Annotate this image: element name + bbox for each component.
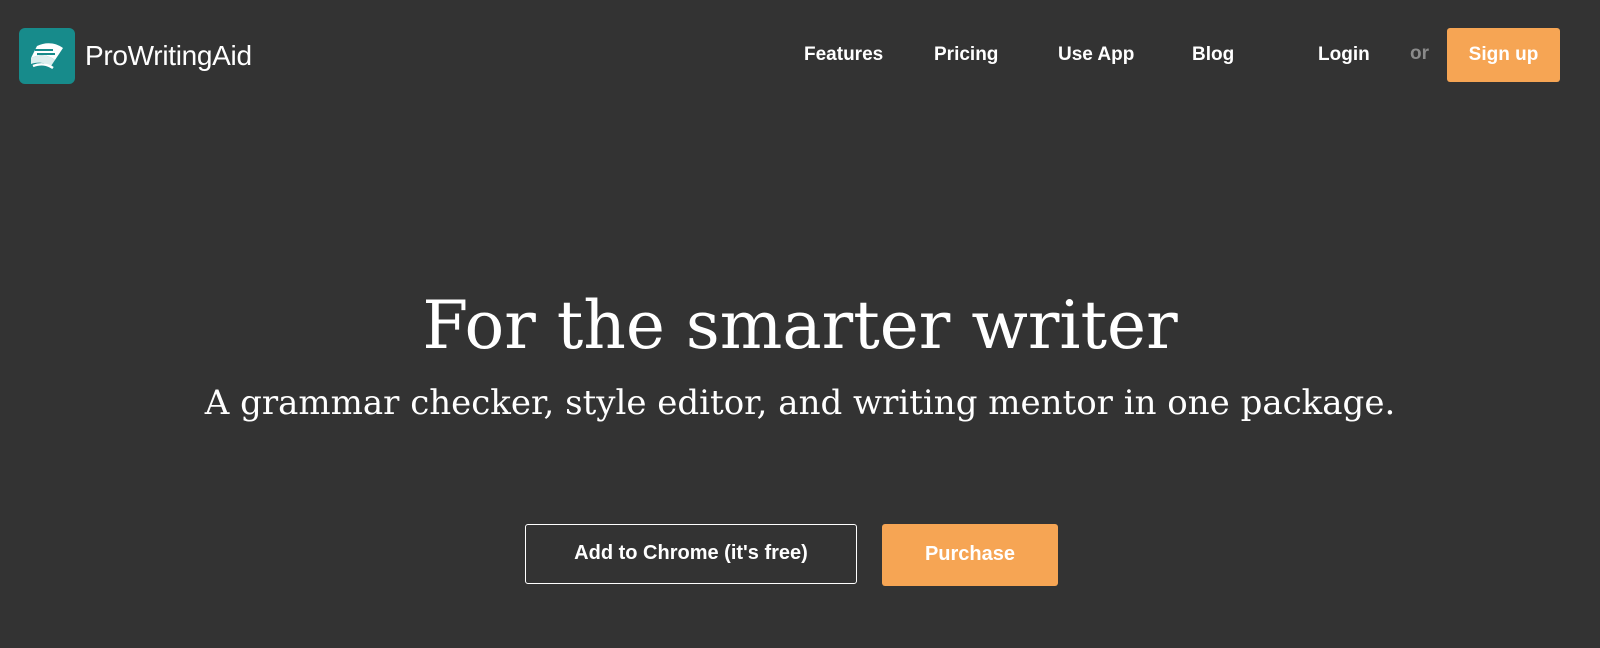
sign-up-button[interactable]: Sign up <box>1447 28 1560 82</box>
login-link[interactable]: Login <box>1318 28 1370 82</box>
nav-blog-link[interactable]: Blog <box>1192 28 1234 82</box>
add-to-chrome-button[interactable]: Add to Chrome (it's free) <box>525 524 857 584</box>
nav-features-link[interactable]: Features <box>804 28 883 82</box>
hero-subtitle: A grammar checker, style editor, and wri… <box>204 383 1396 423</box>
nav-use-app-link[interactable]: Use App <box>1058 28 1134 82</box>
or-separator: or <box>1410 43 1429 64</box>
landing-page: ProWritingAid Features Pricing Use App B… <box>0 0 1600 648</box>
purchase-button[interactable]: Purchase <box>882 524 1058 586</box>
main-nav: Features Pricing Use App Blog Login or <box>0 28 1600 82</box>
nav-pricing-link[interactable]: Pricing <box>934 28 998 82</box>
hero-title: For the smarter writer <box>422 287 1178 364</box>
